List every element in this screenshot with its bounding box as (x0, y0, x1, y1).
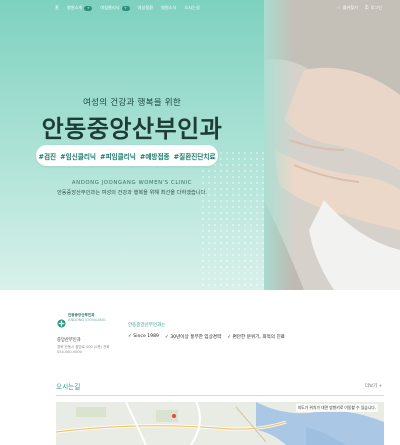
nav-expand-badge: + (121, 5, 130, 11)
clinic-features: ✓ Since 1989 ✓ 30년이상 풍부한 임상경력 ✓ 편안한 분위기,… (128, 334, 285, 340)
tag-checkup[interactable]: #검진 (38, 151, 56, 161)
section-divider (56, 395, 384, 396)
clinic-logo[interactable]: 안동중앙산부인과 ANDONG JOONGANG (57, 313, 106, 328)
hero-tag-pill: #검진 #임신클리닉 #피임클리닉 #예방접종 #질환진단치료 (36, 145, 218, 166)
tag-pregnancy-clinic[interactable]: #임신클리닉 (60, 151, 96, 161)
clinic-name: 중앙산부인과 (57, 338, 81, 343)
lock-icon: ⚿ (365, 6, 369, 11)
clinic-address: 경북 안동시 중앙로 000 (0층) 전화 054-000-0000 (57, 345, 110, 355)
feature-since: ✓ Since 1989 (128, 334, 159, 339)
top-navigation: 홈 병원소개 + 여성클리닉 + 여성질환 병원소식 오시는길 ☆ 즐겨찾기 ⚿ 로그인 (0, 0, 400, 16)
nav-item-women-disease[interactable]: 여성질환 (138, 5, 153, 11)
nav-item-home[interactable]: 홈 (55, 5, 59, 11)
location-map[interactable]: 지도가 위치가 대면 방향키로 이동할 수 있습니다. (56, 402, 384, 445)
hero-banner: 홈 병원소개 + 여성클리닉 + 여성질환 병원소식 오시는길 ☆ 즐겨찾기 ⚿ 로그인… (0, 0, 400, 290)
login-link[interactable]: ⚿ 로그인 (365, 5, 382, 11)
nav-item-women-clinic[interactable]: 여성클리닉 + (100, 5, 130, 11)
hero-subtitle: 여성의 건강과 행복을 위한 (83, 98, 181, 108)
feature-comfort: ✓ 편안한 분위기, 최적의 진료 (227, 335, 285, 340)
nav-expand-badge: + (84, 5, 93, 11)
nav-item-about[interactable]: 병원소개 + (67, 5, 93, 11)
tag-diagnosis-treatment[interactable]: #질환진단치료 (174, 151, 216, 161)
bookmark-link[interactable]: ☆ 즐겨찾기 (337, 5, 358, 11)
hero-description: 안동중앙산부인과는 여성의 건강과 행복을 위해 최선을 다하겠습니다. (57, 190, 207, 196)
logo-subtitle: ANDONG JOONGANG (68, 317, 106, 322)
directions-more-link[interactable]: 더보기 + (365, 383, 382, 389)
hero-photo-hands (264, 0, 400, 290)
tag-contraception-clinic[interactable]: #피임클리닉 (100, 151, 136, 161)
star-icon: ☆ (336, 5, 341, 11)
directions-title: 오시는길 (56, 383, 81, 391)
hero-english-name: ANDONG JOONGANG WOMEN'S CLINIC (71, 180, 193, 186)
logo-icon (57, 313, 66, 328)
clinic-info-section (0, 290, 400, 370)
nav-item-directions[interactable]: 오시는길 (184, 5, 199, 11)
feature-experience: ✓ 30년이상 풍부한 임상경력 (164, 335, 222, 340)
tag-vaccination[interactable]: #예방접종 (140, 151, 170, 161)
clinic-intro-label: 안동중앙산부인과는 (128, 323, 166, 328)
nav-item-news[interactable]: 병원소식 (161, 5, 176, 11)
hero-title: 안동중앙산부인과 (41, 115, 223, 143)
map-note: 지도가 위치가 대면 방향키로 이동할 수 있습니다. (295, 404, 378, 412)
